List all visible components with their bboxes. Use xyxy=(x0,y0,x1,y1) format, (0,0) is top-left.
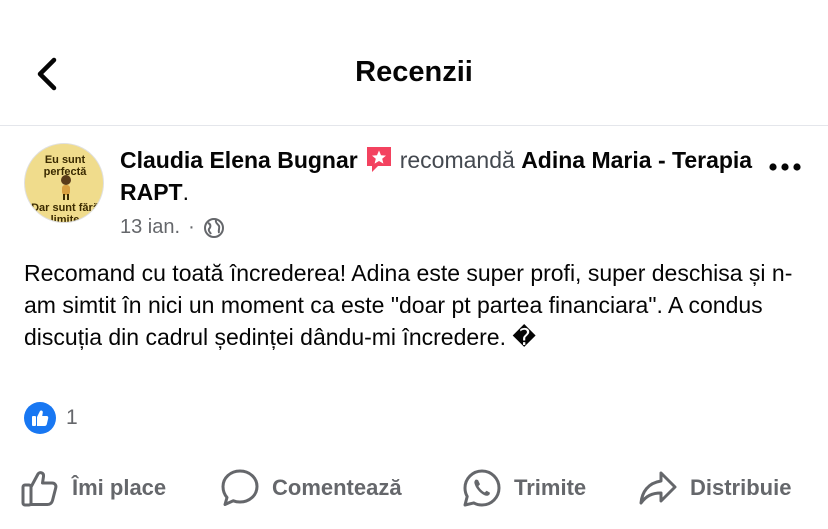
post-date[interactable]: 13 ian. xyxy=(120,216,180,239)
avatar-bottom-text: Dar sunt fără limite xyxy=(31,202,99,223)
top-bar: Recenzii xyxy=(0,0,828,126)
avatar[interactable]: Eu sunt perfectă Dar sunt fără limite xyxy=(24,143,104,223)
headline-period: . xyxy=(182,179,190,205)
author-name[interactable]: Claudia Elena Bugnar xyxy=(120,147,358,173)
star-badge-icon xyxy=(366,147,391,172)
more-dots-icon xyxy=(769,163,801,171)
thumbs-up-outline-icon xyxy=(21,471,58,507)
like-label: Îmi place xyxy=(72,475,167,500)
globe-icon xyxy=(203,217,224,238)
comment-label: Comentează xyxy=(272,475,402,500)
post-headline: Claudia Elena Bugnar recomandă Adina Mar… xyxy=(120,144,760,208)
send-label: Trimite xyxy=(514,475,587,500)
comment-bubble-icon xyxy=(221,469,259,506)
share-label: Distribuie xyxy=(690,475,792,500)
meta-separator: · xyxy=(188,216,195,238)
action-bar: Îmi place Comentează Trimite Distribuie xyxy=(0,462,828,514)
reaction-count: 1 xyxy=(66,406,78,429)
whatsapp-icon xyxy=(463,469,501,507)
avatar-figure-icon xyxy=(61,175,71,200)
like-button[interactable]: Îmi place xyxy=(20,462,166,514)
more-options-button[interactable] xyxy=(765,152,805,182)
reactions-summary[interactable]: 1 xyxy=(24,402,78,434)
share-arrow-icon xyxy=(639,471,677,505)
send-button[interactable]: Trimite xyxy=(462,462,586,514)
review-text: Recomand cu toată încrederea! Adina este… xyxy=(24,260,793,350)
comment-button[interactable]: Comentează xyxy=(220,462,402,514)
like-reaction-icon xyxy=(24,402,56,434)
post-meta: 13 ian. · xyxy=(120,216,225,239)
page-title: Recenzii xyxy=(355,56,473,88)
recommend-verb: recomandă xyxy=(399,147,515,173)
share-button[interactable]: Distribuie xyxy=(638,462,791,514)
